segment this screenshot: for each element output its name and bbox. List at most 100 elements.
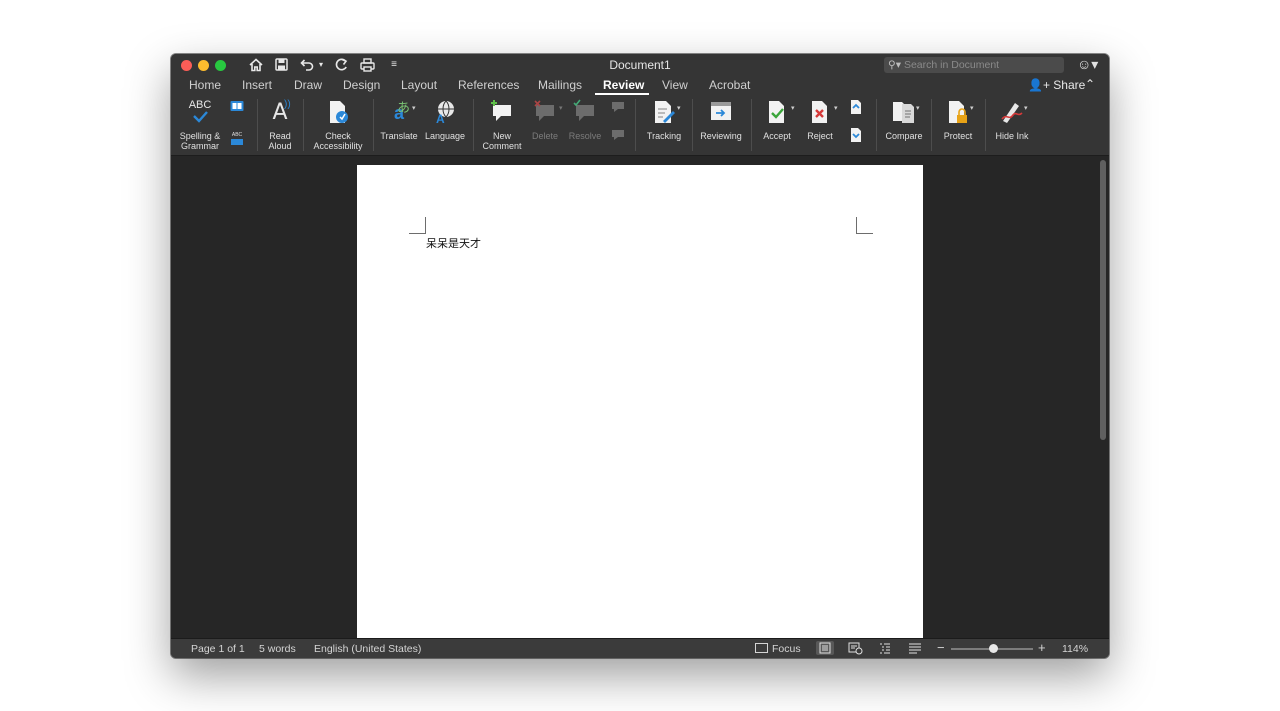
language-label: Language [424, 131, 466, 141]
title-bar: ▾ ≡ Document1 ⚲▾ Search in Document ☺▾ [171, 54, 1109, 76]
new-comment-label-2: Comment [482, 141, 522, 151]
accept-label: Accept [763, 131, 791, 141]
previous-comment-button[interactable] [607, 99, 629, 115]
compare-button[interactable]: Compare [881, 99, 927, 141]
share-button[interactable]: 👤+ Share [1028, 78, 1085, 92]
spelling-check-icon: ABC [185, 99, 215, 127]
tab-insert[interactable]: Insert [242, 78, 272, 92]
resolve-comment-button[interactable]: Resolve [567, 99, 603, 141]
hide-ink-icon [999, 99, 1025, 127]
collapse-ribbon-icon[interactable]: ⌃ [1085, 77, 1095, 91]
tab-draw[interactable]: Draw [294, 78, 322, 92]
tab-review[interactable]: Review [603, 78, 644, 92]
feedback-smiley-icon[interactable]: ☺▾ [1077, 56, 1098, 73]
margin-mark-top-left [409, 217, 426, 234]
ribbon-separator [303, 99, 304, 151]
focus-icon [755, 643, 768, 653]
accept-icon [766, 99, 788, 127]
read-aloud-button[interactable]: A)) Read Aloud [261, 99, 299, 151]
search-input[interactable]: ⚲▾ Search in Document [884, 57, 1064, 73]
next-change-button[interactable] [845, 127, 867, 143]
word-count[interactable]: 5 words [259, 643, 296, 655]
reject-dropdown-icon[interactable]: ▾ [834, 104, 838, 112]
focus-button[interactable]: Focus [755, 643, 801, 655]
compare-label: Compare [885, 131, 923, 141]
tab-layout[interactable]: Layout [401, 78, 437, 92]
word-window: ▾ ≡ Document1 ⚲▾ Search in Document ☺▾ Ho… [171, 54, 1109, 658]
zoom-in-button[interactable]: + [1038, 640, 1046, 655]
tab-view[interactable]: View [662, 78, 688, 92]
next-comment-icon [610, 127, 626, 143]
read-aloud-label-2: Aloud [268, 141, 292, 151]
reviewing-button[interactable]: Reviewing [696, 99, 746, 141]
word-count-icon: ABC [230, 133, 244, 147]
translate-label: Translate [380, 131, 418, 141]
tracking-dropdown-icon[interactable]: ▾ [677, 104, 681, 112]
tracking-label: Tracking [646, 131, 682, 141]
web-layout-view-icon[interactable] [846, 641, 864, 655]
hide-ink-dropdown-icon[interactable]: ▾ [1024, 104, 1028, 112]
document-body-text[interactable]: 呆呆是天才 [426, 235, 481, 251]
document-page[interactable]: 呆呆是天才 [357, 165, 923, 640]
read-aloud-icon: A)) [272, 99, 291, 125]
reject-label: Reject [807, 131, 833, 141]
read-aloud-label-1: Read [269, 131, 291, 141]
accessibility-icon [327, 99, 349, 127]
delete-dropdown-icon[interactable]: ▾ [559, 104, 563, 112]
protect-lock-icon [946, 99, 970, 127]
reject-icon [809, 99, 831, 127]
previous-change-icon [849, 99, 863, 115]
next-comment-button[interactable] [607, 127, 629, 143]
ribbon-separator [257, 99, 258, 151]
accept-dropdown-icon[interactable]: ▾ [791, 104, 795, 112]
thesaurus-button[interactable] [227, 99, 247, 113]
check-accessibility-label-1: Check [325, 131, 351, 141]
outline-view-icon[interactable] [876, 641, 894, 655]
compare-icon [891, 99, 917, 127]
tab-mailings[interactable]: Mailings [538, 78, 582, 92]
zoom-level[interactable]: 114% [1062, 643, 1088, 655]
previous-change-button[interactable] [845, 99, 867, 115]
language-button[interactable]: A Language [423, 99, 467, 141]
page-count[interactable]: Page 1 of 1 [191, 643, 245, 655]
delete-comment-button[interactable]: Delete [527, 99, 563, 141]
new-comment-icon [490, 99, 514, 127]
reviewing-label: Reviewing [700, 131, 742, 141]
tracking-icon [652, 99, 676, 127]
document-canvas[interactable]: 呆呆是天才 [171, 156, 1109, 640]
hide-ink-label: Hide Ink [995, 131, 1029, 141]
zoom-slider-thumb[interactable] [989, 644, 998, 653]
add-person-icon: 👤+ [1028, 78, 1050, 92]
word-count-button[interactable]: ABC [227, 133, 247, 147]
language-globe-icon: A [432, 99, 458, 127]
tab-acrobat[interactable]: Acrobat [709, 78, 750, 92]
protect-dropdown-icon[interactable]: ▾ [970, 104, 974, 112]
draft-view-icon[interactable] [906, 641, 924, 655]
focus-label: Focus [772, 643, 801, 655]
search-icon: ⚲▾ [888, 59, 901, 71]
new-comment-label-1: New [492, 131, 511, 141]
zoom-out-button[interactable]: − [937, 640, 945, 655]
reviewing-pane-icon [709, 99, 733, 127]
compare-dropdown-icon[interactable]: ▾ [916, 104, 920, 112]
vertical-scrollbar[interactable] [1100, 160, 1106, 440]
delete-label: Delete [531, 131, 558, 141]
translate-icon: aあ [393, 100, 411, 123]
ribbon-separator [931, 99, 932, 151]
translate-dropdown-icon[interactable]: ▾ [412, 104, 416, 112]
tab-home[interactable]: Home [189, 78, 221, 92]
spelling-grammar-button[interactable]: ABC Spelling & Grammar [177, 99, 223, 151]
next-change-icon [849, 127, 863, 143]
word-count-icon-text: ABC [231, 132, 243, 138]
ribbon-separator [985, 99, 986, 151]
share-label: Share [1053, 78, 1086, 92]
spelling-label-1: Spelling & [179, 131, 221, 141]
new-comment-button[interactable]: New Comment [479, 99, 525, 151]
print-layout-view-icon[interactable] [816, 641, 834, 655]
check-accessibility-button[interactable]: Check Accessibility [309, 99, 367, 151]
ribbon-tabs: Home Insert Draw Design Layout Reference… [171, 76, 1109, 95]
tab-references[interactable]: References [458, 78, 519, 92]
proofing-language[interactable]: English (United States) [314, 643, 421, 655]
tab-design[interactable]: Design [343, 78, 380, 92]
delete-comment-icon [533, 99, 557, 127]
